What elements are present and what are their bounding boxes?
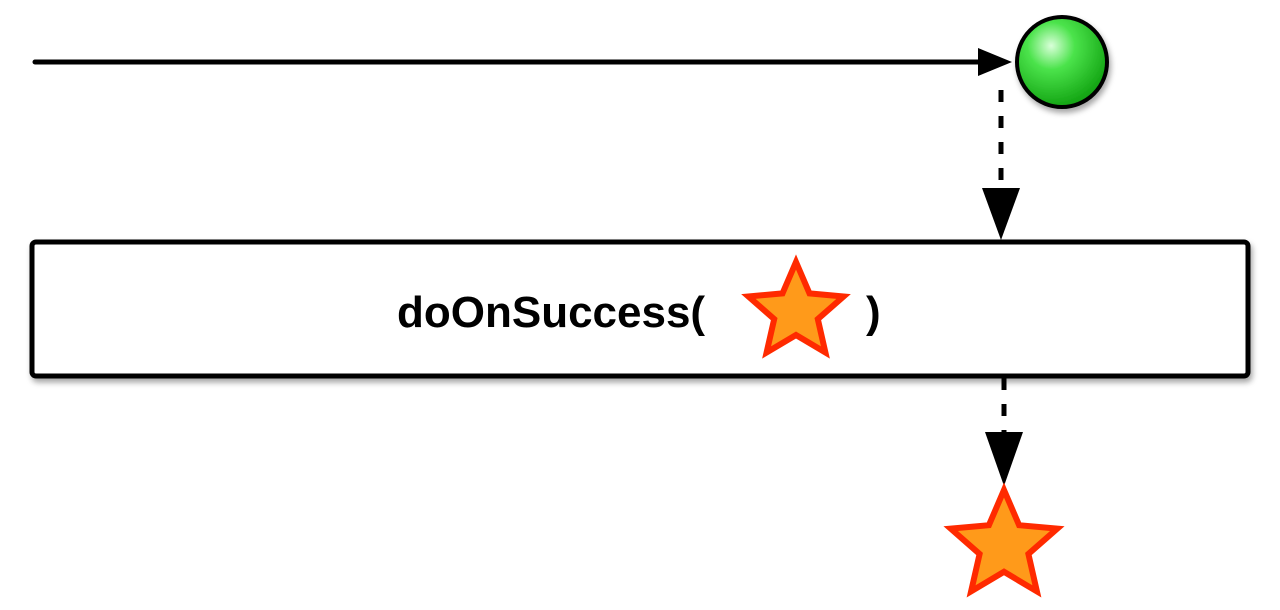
input-drop-arrow — [982, 90, 1020, 240]
timeline-arrowhead — [978, 48, 1012, 76]
marble-diagram: doOnSuccess( ) — [29, 15, 1251, 598]
output-drop-arrow — [985, 378, 1023, 486]
source-item — [1015, 15, 1109, 109]
green-circle-icon — [1015, 15, 1109, 109]
result-item — [943, 482, 1065, 598]
source-timeline — [32, 48, 1012, 76]
operator-name: doOnSuccess( — [397, 288, 705, 337]
star-icon — [943, 482, 1065, 598]
operator-close-paren: ) — [866, 288, 881, 337]
